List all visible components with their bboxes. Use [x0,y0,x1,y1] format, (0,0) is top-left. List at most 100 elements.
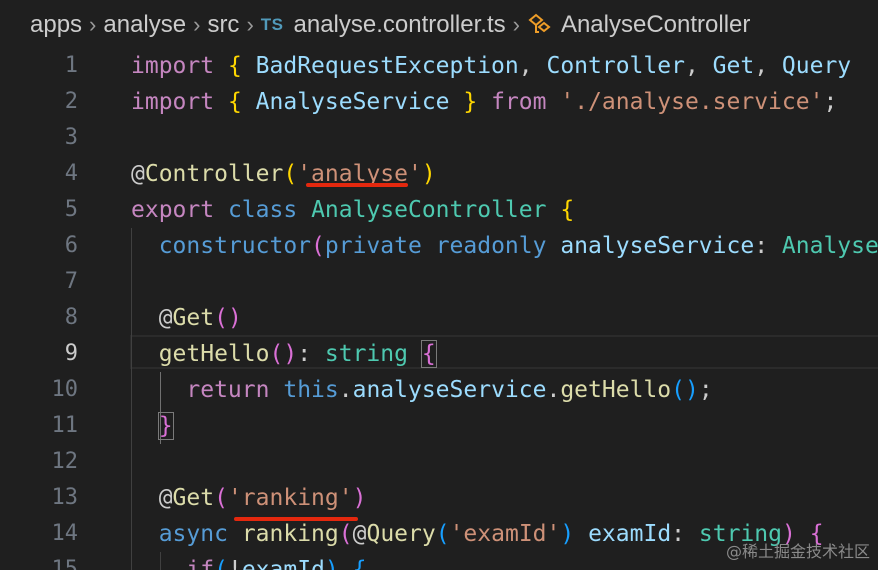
code-token: , [518,53,547,79]
code-token: analyseService [560,233,755,259]
breadcrumb-apps[interactable]: apps [30,11,82,39]
code-token: import [131,53,215,79]
code-text: import { BadRequestException, Controller… [131,48,851,84]
code-line[interactable]: 9 getHello(): string { [0,336,878,372]
code-token: @ [131,161,145,187]
code-line[interactable]: 2 import { AnalyseService } from './analy… [0,84,878,120]
code-token: './analyse.service' [560,89,824,115]
code-token: ; [823,89,838,115]
breadcrumb-src[interactable]: src [207,11,239,39]
line-number: 13 [51,485,79,510]
code-token: this [283,377,339,403]
typescript-file-icon: TS [260,15,284,34]
code-token: constructor [158,233,312,259]
line-number: 4 [64,161,78,186]
line-number: 11 [51,413,79,438]
code-token: ranking [241,521,339,547]
code-token: @ [131,305,173,331]
code-line[interactable]: 5 export class AnalyseController { [0,192,878,228]
matched-bracket: { [420,340,437,368]
code-text: if(!examId) { [131,552,366,570]
code-line[interactable]: 13 @Get('ranking') [0,480,878,516]
code-token: ; [698,377,713,403]
code-token: , [754,53,782,79]
code-token: () [671,377,699,403]
code-line[interactable]: 4 @Controller('analyse') [0,156,878,192]
code-line[interactable]: 8 @Get() [0,300,878,336]
code-text: constructor(private readonly analyseServ… [131,228,878,264]
code-token: 'examId' [449,521,561,547]
code-token: if [186,557,215,570]
matched-bracket: } [157,412,174,440]
code-token: 'ranking' [227,485,353,511]
breadcrumb-file[interactable]: analyse.controller.ts [294,11,506,39]
code-token: ( [435,521,450,547]
breadcrumb-analyse[interactable]: analyse [103,11,186,39]
code-token: private [324,233,422,259]
code-token: ( [311,233,325,259]
code-token: { [227,89,242,115]
code-text: @Get('ranking') [131,480,367,516]
code-token: Controller [546,53,685,79]
code-token: async [158,521,228,547]
code-token: ! [227,557,242,570]
code-token: Get [172,485,215,511]
code-line[interactable]: 1 import { BadRequestException, Controlle… [0,48,878,84]
code-token: ( [338,521,353,547]
code-token: : [754,233,782,259]
code-token: @ [352,521,367,547]
code-token: examId [241,557,325,570]
code-token: { [227,53,242,79]
code-text: @Get() [131,300,242,336]
code-token: ( [214,557,228,570]
code-token: ( [214,485,228,511]
code-token: Get [172,305,215,331]
code-token: () [214,305,242,331]
code-line[interactable]: 11 } [0,408,878,444]
code-token: string [324,341,408,367]
line-number: 9 [64,341,78,366]
code-token: readonly [435,233,547,259]
code-line[interactable]: 3 [0,120,878,156]
code-line[interactable]: 7 [0,264,878,300]
code-token: Query [781,53,852,79]
code-token: AnalyseController [311,197,547,223]
chevron-right-icon: › [193,12,201,37]
code-line[interactable]: 6 constructor(private readonly analyseSe… [0,228,878,264]
code-token: examId [588,521,672,547]
code-text: return this.analyseService.getHello(); [131,372,713,408]
code-token: . [338,377,353,403]
code-token: : [671,521,699,547]
class-symbol-icon [528,13,551,33]
code-token: ( [283,161,298,187]
line-number: 14 [51,521,79,546]
breadcrumb-symbol[interactable]: AnalyseController [561,11,750,39]
code-token: getHello [158,341,270,367]
code-token: BadRequestException [241,53,519,79]
code-line[interactable]: 12 [0,444,878,480]
code-text: } [131,408,174,444]
code-token: ) [421,161,436,187]
chevron-right-icon: › [512,12,520,37]
code-token: ) [352,485,367,511]
underline-ranking [234,517,358,521]
code-token: @ [131,485,173,511]
line-number: 1 [64,53,78,78]
code-editor[interactable]: 1 import { BadRequestException, Controlle… [0,48,878,570]
code-line[interactable]: 10 return this.analyseService.getHello()… [0,372,878,408]
